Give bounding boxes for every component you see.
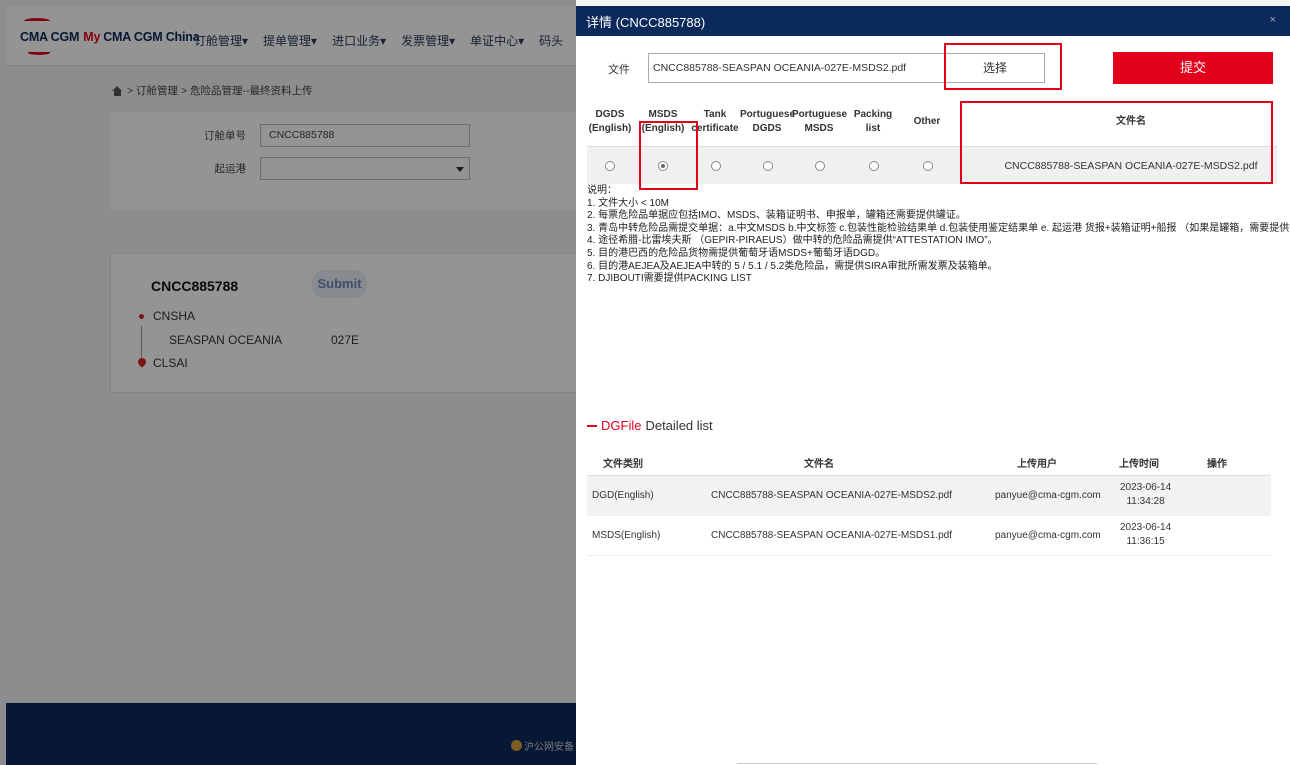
file-upload-row: 文件 CNCC885788-SEASPAN OCEANIA-027E-MSDS2… [576, 52, 1290, 84]
col-header-name: 文件名 [804, 459, 834, 470]
row-filename[interactable]: CNCC885788-SEASPAN OCEANIA-027E-MSDS2.pd… [711, 490, 952, 501]
row-time: 2023-06-14 11:34:28 [1120, 482, 1172, 507]
row-filename[interactable]: CNCC885788-SEASPAN OCEANIA-027E-MSDS1.pd… [711, 530, 952, 541]
highlight-choose-box [944, 43, 1062, 90]
type-header-dgds: DGDS (English) [588, 109, 632, 134]
col-header-user: 上传用户 [1017, 459, 1057, 470]
heading-bar-icon [587, 424, 597, 427]
submit-button[interactable]: 提交 [1113, 52, 1273, 84]
close-icon[interactable]: × [1270, 14, 1276, 26]
radio-pt-msds[interactable] [815, 161, 825, 171]
note-line: 5. 目的港巴西的危险品货物需提供葡萄牙语MSDS+葡萄牙语DGD。 [587, 247, 886, 259]
row-type: DGD(English) [592, 490, 654, 501]
type-header-other: Other [913, 116, 941, 127]
note-line: 1. 文件大小 < 10M [587, 197, 669, 209]
row-time: 2023-06-14 11:36:15 [1120, 522, 1172, 547]
table-header: 文件类别 文件名 上传用户 上传时间 操作 [587, 446, 1271, 476]
type-header-tank: Tank certificate [691, 109, 739, 134]
table-row[interactable]: DGD(English) CNCC885788-SEASPAN OCEANIA-… [587, 476, 1271, 516]
note-line: 2. 每票危险品单据应包括IMO、MSDS、装箱证明书、申报单，罐箱还需要提供罐… [587, 210, 966, 222]
note-line: 7. DJIBOUTI需要提供PACKING LIST [587, 273, 752, 285]
detail-modal: 详情 (CNCC885788) × 文件 CNCC885788-SEASPAN … [576, 6, 1290, 765]
note-line: 3. 青岛中转危险品需提交单据：a.中文MSDS b.中文标签 c.包装性能检验… [587, 222, 1290, 234]
row-type: MSDS(English) [592, 530, 661, 541]
modal-title: 详情 (CNCC885788) [586, 14, 706, 30]
file-label: 文件 [608, 64, 630, 76]
col-header-op: 操作 [1207, 459, 1227, 470]
note-line: 6. 目的港AEJEA及AEJEA中转的 5 / 5.1 / 5.2类危险品，需… [587, 260, 998, 272]
modal-backdrop[interactable] [0, 0, 576, 765]
note-line: 4. 途径希腊-比雷埃夫斯 （GEPIR-PIRAEUS）做中转的危险品需提供“… [587, 235, 998, 247]
table-row[interactable]: MSDS(English) CNCC885788-SEASPAN OCEANIA… [587, 516, 1271, 556]
radio-other[interactable] [923, 161, 933, 171]
dg-file-table: 文件类别 文件名 上传用户 上传时间 操作 DGD(English) CNCC8… [587, 446, 1271, 556]
col-header-time: 上传时间 [1119, 459, 1159, 470]
radio-packing[interactable] [869, 161, 879, 171]
highlight-filename-box [960, 101, 1273, 184]
radio-pt-dgds[interactable] [763, 161, 773, 171]
radio-dgds[interactable] [605, 161, 615, 171]
instructions: 说明： 1. 文件大小 < 10M 2. 每票危险品单据应包括IMO、MSDS、… [587, 185, 1290, 286]
note-line: 说明： [587, 185, 617, 196]
highlight-msds-box [639, 121, 698, 190]
modal-header: 详情 (CNCC885788) × [576, 6, 1290, 36]
type-header-pt-msds: Portuguese MSDS [792, 109, 848, 134]
radio-tank[interactable] [711, 161, 721, 171]
type-header-packing: Packing list [853, 109, 893, 134]
type-header-pt-dgds: Portuguese DGDS [740, 109, 796, 134]
col-header-type: 文件类别 [603, 459, 643, 470]
dg-title-prefix: DGFile [601, 418, 642, 433]
row-user: panyue@cma-cgm.com [995, 530, 1101, 541]
dg-file-list-heading: DGFile Detailed list [587, 418, 713, 433]
row-user: panyue@cma-cgm.com [995, 490, 1101, 501]
bottom-divider [737, 763, 1097, 764]
dg-title-suffix: Detailed list [645, 418, 713, 433]
